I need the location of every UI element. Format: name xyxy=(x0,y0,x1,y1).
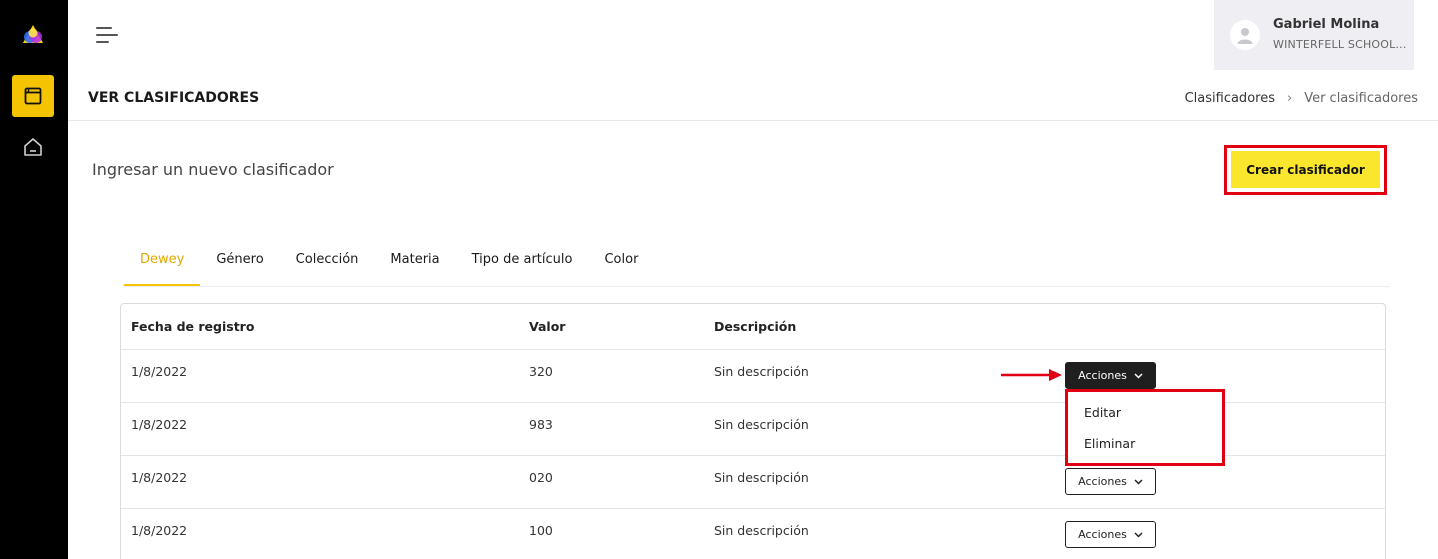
acciones-label: Acciones xyxy=(1078,475,1127,488)
column-header-valor: Valor xyxy=(529,319,566,334)
app-logo-icon[interactable] xyxy=(22,24,44,46)
breadcrumb-item-current: Ver clasificadores xyxy=(1304,91,1418,106)
cell-fecha: 1/8/2022 xyxy=(131,417,188,432)
cell-descripcion: Sin descripción xyxy=(714,417,809,432)
cell-valor: 983 xyxy=(529,417,553,432)
cell-valor: 100 xyxy=(529,523,553,538)
tab-color[interactable]: Color xyxy=(588,242,654,286)
cell-descripcion: Sin descripción xyxy=(714,523,809,538)
cell-fecha: 1/8/2022 xyxy=(131,470,188,485)
tab-genero[interactable]: Género xyxy=(200,242,279,286)
user-icon xyxy=(1237,28,1253,44)
acciones-dropdown-button[interactable]: Acciones xyxy=(1065,521,1156,548)
create-classifier-button[interactable]: Crear clasificador xyxy=(1231,151,1380,188)
tab-dewey[interactable]: Dewey xyxy=(124,242,201,286)
sidebar-item-clasificadores[interactable] xyxy=(12,75,54,117)
cell-fecha: 1/8/2022 xyxy=(131,364,188,379)
acciones-label: Acciones xyxy=(1078,528,1127,541)
tabs-divider xyxy=(124,286,1390,287)
column-header-descripcion: Descripción xyxy=(714,319,797,334)
book-icon xyxy=(24,87,42,105)
tab-tipo-articulo[interactable]: Tipo de artículo xyxy=(456,242,589,286)
sidebar xyxy=(0,0,68,559)
menu-item-editar[interactable]: Editar xyxy=(1084,405,1121,420)
acciones-dropdown-menu: Editar Eliminar xyxy=(1065,389,1225,466)
cell-descripcion: Sin descripción xyxy=(714,470,809,485)
chevron-down-icon xyxy=(1134,478,1143,485)
cell-descripcion: Sin descripción xyxy=(714,364,809,379)
user-menu[interactable]: Gabriel Molina WINTERFELL SCHOOL... xyxy=(1214,0,1414,70)
cell-valor: 320 xyxy=(529,364,553,379)
table-row: 1/8/2022 100 Sin descripción Acciones xyxy=(121,508,1385,559)
tab-coleccion[interactable]: Colección xyxy=(280,242,375,286)
cell-fecha: 1/8/2022 xyxy=(131,523,188,538)
user-name: Gabriel Molina xyxy=(1273,17,1380,32)
breadcrumb-item-clasificadores[interactable]: Clasificadores xyxy=(1185,91,1275,106)
avatar xyxy=(1230,20,1260,50)
column-header-fecha: Fecha de registro xyxy=(131,319,255,334)
chevron-down-icon xyxy=(1134,372,1143,379)
acciones-dropdown-button[interactable]: Acciones xyxy=(1065,468,1156,495)
menu-item-eliminar[interactable]: Eliminar xyxy=(1084,436,1135,451)
classifier-tabs: Dewey Género Colección Materia Tipo de a… xyxy=(124,242,654,286)
chevron-right-icon: › xyxy=(1286,91,1293,106)
cell-valor: 020 xyxy=(529,470,553,485)
tab-materia[interactable]: Materia xyxy=(374,242,455,286)
page-title: VER CLASIFICADORES xyxy=(88,90,260,106)
breadcrumb: Clasificadores › Ver clasificadores xyxy=(1185,91,1418,106)
menu-toggle-icon[interactable] xyxy=(96,27,118,43)
acciones-dropdown-button[interactable]: Acciones xyxy=(1065,362,1156,389)
chevron-down-icon xyxy=(1134,531,1143,538)
header-divider xyxy=(68,120,1438,121)
user-school: WINTERFELL SCHOOL... xyxy=(1273,38,1407,51)
section-title: Ingresar un nuevo clasificador xyxy=(92,160,334,179)
home-icon[interactable] xyxy=(22,136,44,158)
acciones-label: Acciones xyxy=(1078,369,1127,382)
annotation-arrow-icon xyxy=(1001,369,1062,381)
